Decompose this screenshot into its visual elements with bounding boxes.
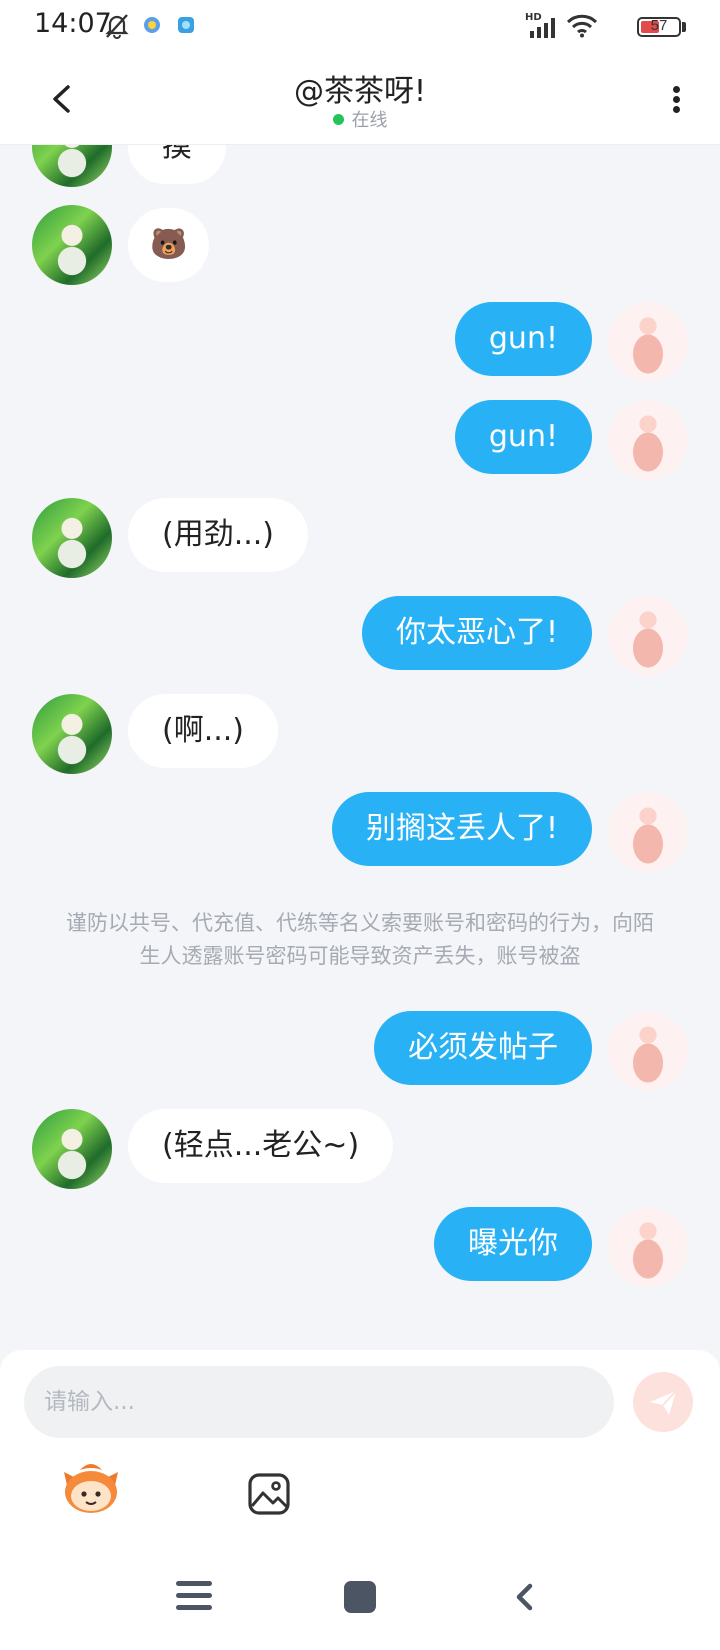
my-avatar[interactable] [608,596,688,676]
battery-tip [682,22,686,32]
outgoing-message-bubble[interactable]: 曝光你 [434,1207,592,1281]
contact-avatar[interactable] [32,498,112,578]
message-input[interactable] [24,1366,614,1438]
system-nav-bar [0,1577,720,1650]
security-notice: 谨防以共号、代充值、代练等名义索要账号和密码的行为，向陌生人透露账号密码可能导致… [66,911,654,968]
online-dot [332,114,344,125]
outgoing-message-bubble[interactable]: gun! [454,400,592,474]
chat-title: @茶茶呀! [293,74,427,109]
incoming-message-bubble[interactable]: (用劲...) [128,498,309,572]
outgoing-message-bubble[interactable]: gun! [454,302,592,376]
outgoing-message-bubble[interactable]: 你太恶心了! [361,596,592,670]
menu-icon[interactable] [176,1581,212,1611]
more-vertical-icon[interactable] [658,74,694,124]
contact-avatar[interactable] [32,1109,112,1189]
my-avatar[interactable] [608,302,688,382]
back-icon[interactable] [510,1581,540,1613]
bell-off-icon [105,14,129,39]
app-notification-icon [144,17,160,33]
incoming-message-bubble[interactable]: 摸 [128,145,226,184]
home-icon[interactable] [344,1581,376,1613]
image-icon[interactable] [247,1472,291,1516]
battery-icon: 57 [637,17,681,37]
send-icon [650,1390,677,1415]
my-avatar[interactable] [608,1207,688,1287]
incoming-message-bubble[interactable]: 🐻 [128,208,210,282]
contact-avatar[interactable] [32,145,112,187]
contact-avatar[interactable] [32,205,112,285]
incoming-message-bubble[interactable]: (轻点...老公~) [128,1109,394,1183]
battery-level: 57 [650,17,668,34]
wifi-icon [566,14,598,38]
signal-icon [530,18,555,38]
message-list[interactable]: 摸 🐻 gun! gun! (用劲...) 你太恶心了! (啊...) 别搁这丢… [0,145,720,1350]
input-panel [0,1350,720,1650]
my-avatar[interactable] [608,1011,688,1091]
send-button[interactable] [633,1372,693,1432]
online-status-label: 在线 [351,110,388,131]
my-avatar[interactable] [608,400,688,480]
chat-header: @茶茶呀! 在线 [0,56,720,145]
emoji-mascot-icon[interactable] [60,1460,122,1516]
contact-avatar[interactable] [32,694,112,774]
my-avatar[interactable] [608,792,688,872]
online-status: 在线 [0,106,720,132]
app-notification-icon [178,17,194,33]
outgoing-message-bubble[interactable]: 必须发帖子 [374,1011,592,1085]
status-time: 14:07 [34,8,112,39]
incoming-message-bubble[interactable]: (啊...) [128,694,279,768]
outgoing-message-bubble[interactable]: 别搁这丢人了! [331,792,592,866]
status-bar: 14:07 HD 57 [0,0,720,56]
